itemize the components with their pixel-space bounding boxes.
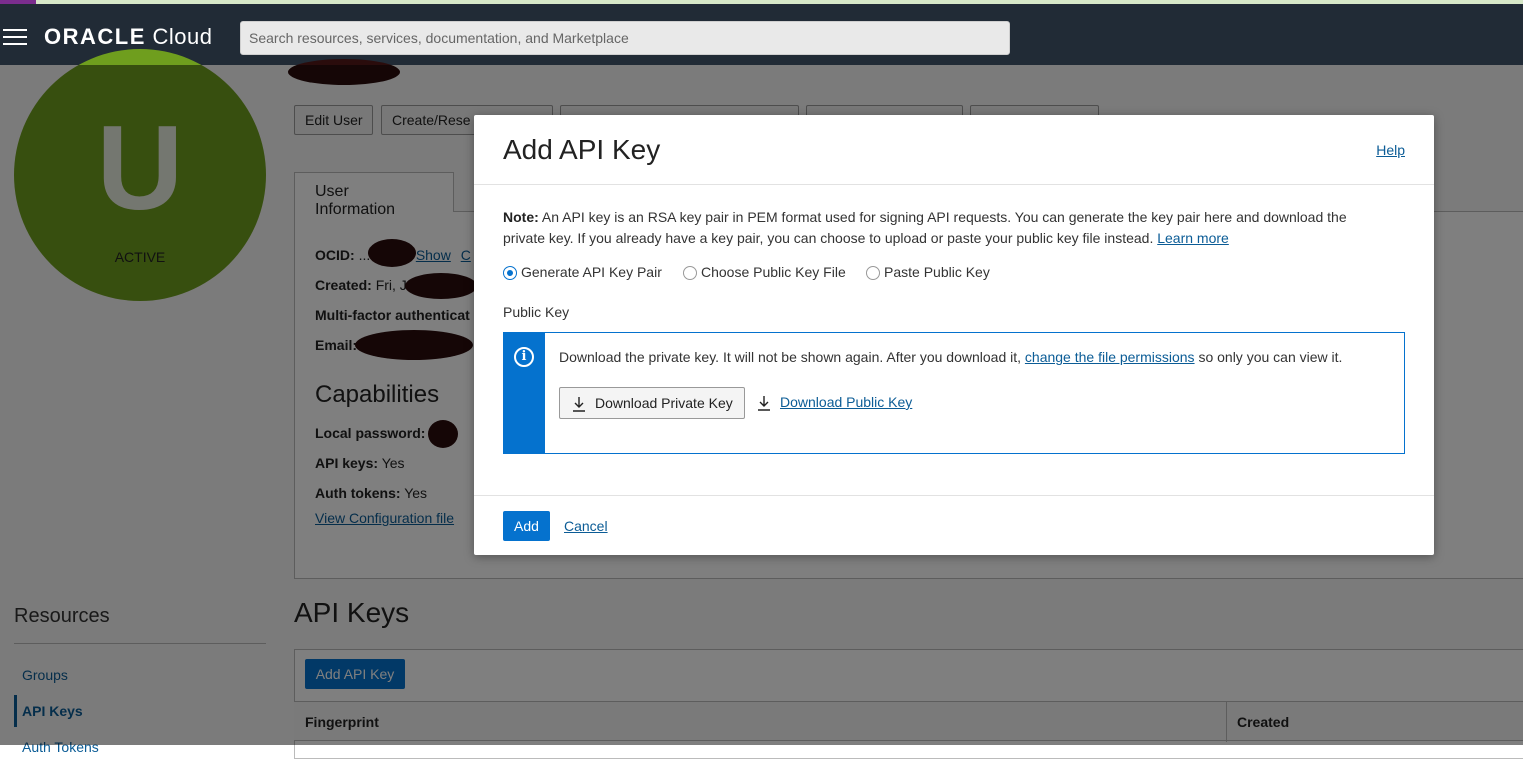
search-input[interactable] [240, 21, 1010, 55]
download-private-key-label: Download Private Key [595, 395, 733, 411]
radio-selected-icon [503, 266, 517, 280]
radio-label: Paste Public Key [884, 264, 990, 280]
download-icon [758, 396, 770, 411]
radio-generate-api-key-pair[interactable]: Generate API Key Pair [503, 264, 662, 280]
dialog-footer: Add Cancel [474, 495, 1434, 555]
info-strip: i [504, 333, 545, 453]
add-api-key-dialog: Add API Key Help Note: An API key is an … [474, 115, 1434, 555]
radio-unselected-icon [683, 266, 697, 280]
add-button[interactable]: Add [503, 511, 550, 541]
radio-label: Choose Public Key File [701, 264, 846, 280]
dialog-header: Add API Key Help [474, 115, 1434, 185]
logo-product: Cloud [152, 24, 213, 49]
info-message: Download the private key. It will not be… [559, 349, 1342, 365]
oracle-cloud-logo[interactable]: ORACLE Cloud [44, 24, 213, 50]
download-info-box: i Download the private key. It will not … [503, 332, 1405, 454]
help-link[interactable]: Help [1376, 142, 1405, 158]
hamburger-menu-icon[interactable] [3, 29, 27, 47]
cancel-link[interactable]: Cancel [564, 518, 608, 534]
dialog-note: Note: An API key is an RSA key pair in P… [503, 207, 1383, 249]
top-navigation-bar: ORACLE Cloud [0, 4, 1523, 65]
radio-paste-public-key[interactable]: Paste Public Key [866, 264, 990, 280]
public-key-label: Public Key [503, 304, 570, 320]
note-label: Note: [503, 209, 539, 225]
radio-unselected-icon [866, 266, 880, 280]
radio-choose-public-key-file[interactable]: Choose Public Key File [683, 264, 846, 280]
learn-more-link[interactable]: Learn more [1157, 230, 1229, 246]
download-public-key-link[interactable]: Download Public Key [780, 394, 912, 410]
logo-brand: ORACLE [44, 24, 146, 49]
radio-label: Generate API Key Pair [521, 264, 662, 280]
download-icon [573, 397, 585, 412]
download-private-key-button[interactable]: Download Private Key [559, 387, 745, 419]
change-file-permissions-link[interactable]: change the file permissions [1025, 349, 1195, 365]
info-text-before: Download the private key. It will not be… [559, 349, 1025, 365]
info-text-after: so only you can view it. [1194, 349, 1343, 365]
dialog-title: Add API Key [503, 134, 661, 165]
info-icon: i [514, 347, 534, 367]
